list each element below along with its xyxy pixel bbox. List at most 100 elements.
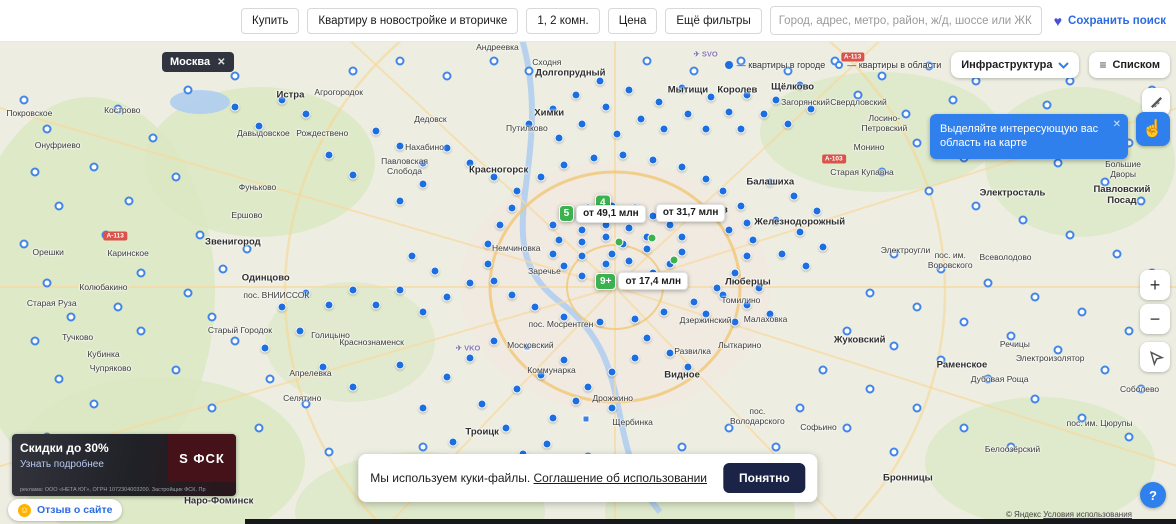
apartment-marker-area[interactable] bbox=[819, 365, 828, 374]
apartment-marker-city[interactable] bbox=[666, 221, 675, 230]
apartment-marker-city[interactable] bbox=[301, 110, 310, 119]
apartment-marker-area[interactable] bbox=[960, 423, 969, 432]
apartment-marker-city[interactable] bbox=[766, 310, 775, 319]
apartment-marker-area[interactable] bbox=[207, 404, 216, 413]
apartment-marker-city[interactable] bbox=[801, 262, 810, 271]
apartment-marker-area[interactable] bbox=[43, 279, 52, 288]
apartment-marker-city[interactable] bbox=[795, 228, 804, 237]
apartment-marker-city[interactable] bbox=[783, 119, 792, 128]
rooms-button[interactable]: 1, 2 комн. bbox=[526, 8, 599, 34]
apartment-marker-city[interactable] bbox=[507, 204, 516, 213]
apartment-marker-city[interactable] bbox=[325, 300, 334, 309]
apartment-marker-city[interactable] bbox=[584, 382, 593, 391]
save-search-button[interactable]: ♥ Сохранить поиск bbox=[1054, 14, 1166, 28]
apartment-marker-city[interactable] bbox=[407, 252, 416, 261]
tooltip-close-icon[interactable]: ✕ bbox=[1113, 118, 1121, 131]
property-type-button[interactable]: Квартиру в новостройке и вторичке bbox=[307, 8, 518, 34]
apartment-marker-area[interactable] bbox=[31, 168, 40, 177]
apartment-marker-city[interactable] bbox=[372, 300, 381, 309]
apartment-marker-city[interactable] bbox=[742, 218, 751, 227]
help-button[interactable]: ? bbox=[1140, 482, 1166, 508]
apartment-marker-city[interactable] bbox=[295, 327, 304, 336]
apartment-marker-city[interactable] bbox=[642, 334, 651, 343]
apartment-marker-area[interactable] bbox=[54, 375, 63, 384]
price-badge[interactable]: от 31,7 млн bbox=[654, 204, 726, 222]
city-chip-remove-icon[interactable]: ✕ bbox=[217, 57, 225, 68]
apartment-marker-city[interactable] bbox=[554, 235, 563, 244]
apartment-marker-city[interactable] bbox=[572, 397, 581, 406]
apartment-marker-area[interactable] bbox=[1077, 307, 1086, 316]
apartment-marker-area[interactable] bbox=[889, 447, 898, 456]
apartment-marker-area[interactable] bbox=[1101, 177, 1110, 186]
apartment-marker-area[interactable] bbox=[137, 269, 146, 278]
apartment-marker-city[interactable] bbox=[589, 153, 598, 162]
apartment-marker-area[interactable] bbox=[195, 230, 204, 239]
apartment-marker-city[interactable] bbox=[666, 348, 675, 357]
apartment-marker-city[interactable] bbox=[736, 124, 745, 133]
apartment-marker-area[interactable] bbox=[889, 250, 898, 259]
apartment-marker-city[interactable] bbox=[625, 86, 634, 95]
apartment-marker-area[interactable] bbox=[43, 124, 52, 133]
apartment-marker-area[interactable] bbox=[207, 312, 216, 321]
apartment-marker-city[interactable] bbox=[748, 235, 757, 244]
apartment-marker-city[interactable] bbox=[278, 303, 287, 312]
apartment-marker-city[interactable] bbox=[631, 315, 640, 324]
apartment-marker-area[interactable] bbox=[489, 57, 498, 66]
apartment-marker-city[interactable] bbox=[513, 187, 522, 196]
apartment-marker-city[interactable] bbox=[601, 259, 610, 268]
ad-banner[interactable]: Скидки до 30% Узнать подробнее реклама: … bbox=[12, 434, 236, 496]
apartment-marker-city[interactable] bbox=[572, 91, 581, 100]
apartment-marker-area[interactable] bbox=[913, 404, 922, 413]
apartment-marker-area[interactable] bbox=[172, 365, 181, 374]
apartment-marker-city[interactable] bbox=[742, 91, 751, 100]
apartment-marker-area[interactable] bbox=[184, 288, 193, 297]
apartment-marker-city[interactable] bbox=[607, 404, 616, 413]
apartment-marker-city[interactable] bbox=[560, 160, 569, 169]
apartment-marker-area[interactable] bbox=[854, 91, 863, 100]
apartment-marker-area[interactable] bbox=[1042, 100, 1051, 109]
apartment-marker-city[interactable] bbox=[595, 76, 604, 85]
apartment-marker-city[interactable] bbox=[484, 259, 493, 268]
apartment-marker-city[interactable] bbox=[701, 124, 710, 133]
terms-link[interactable]: Условия использования bbox=[1043, 510, 1132, 519]
apartment-marker-city[interactable] bbox=[683, 363, 692, 372]
apartment-marker-area[interactable] bbox=[395, 57, 404, 66]
apartment-marker-area[interactable] bbox=[90, 399, 99, 408]
apartment-marker-area[interactable] bbox=[325, 447, 334, 456]
apartment-marker-area[interactable] bbox=[936, 264, 945, 273]
deal-type-button[interactable]: Купить bbox=[241, 8, 299, 34]
apartment-marker-city[interactable] bbox=[448, 438, 457, 447]
apartment-marker-area[interactable] bbox=[1066, 230, 1075, 239]
apartment-marker-area[interactable] bbox=[1124, 327, 1133, 336]
apartment-marker-city[interactable] bbox=[548, 221, 557, 230]
apartment-marker-area[interactable] bbox=[1101, 365, 1110, 374]
apartment-marker-city[interactable] bbox=[742, 300, 751, 309]
apartment-marker-city[interactable] bbox=[548, 413, 557, 422]
apartment-marker-city[interactable] bbox=[525, 119, 534, 128]
apartment-marker-city[interactable] bbox=[419, 404, 428, 413]
apartment-marker-city[interactable] bbox=[578, 271, 587, 280]
apartment-marker-city[interactable] bbox=[278, 95, 287, 104]
apartment-marker-city[interactable] bbox=[548, 250, 557, 259]
apartment-marker-city[interactable] bbox=[766, 177, 775, 186]
apartment-marker-area[interactable] bbox=[184, 86, 193, 95]
apartment-marker-area[interactable] bbox=[878, 168, 887, 177]
apartment-marker-area[interactable] bbox=[1124, 433, 1133, 442]
apartment-marker-city[interactable] bbox=[731, 269, 740, 278]
apartment-marker-city[interactable] bbox=[613, 129, 622, 138]
apartment-marker-area[interactable] bbox=[1113, 250, 1122, 259]
apartment-marker-area[interactable] bbox=[125, 197, 134, 206]
apartment-marker-city[interactable] bbox=[536, 370, 545, 379]
apartment-marker-city[interactable] bbox=[725, 107, 734, 116]
apartment-marker-area[interactable] bbox=[913, 139, 922, 148]
apartment-marker-area[interactable] bbox=[772, 442, 781, 451]
apartment-marker-area[interactable] bbox=[983, 279, 992, 288]
apartment-marker-city[interactable] bbox=[442, 372, 451, 381]
apartment-marker-city[interactable] bbox=[372, 127, 381, 136]
apartment-marker-new[interactable] bbox=[647, 234, 656, 243]
price-badge[interactable]: 5от 49,1 млн bbox=[559, 205, 646, 223]
apartment-marker-area[interactable] bbox=[231, 336, 240, 345]
apartment-marker-area[interactable] bbox=[113, 105, 122, 114]
apartment-marker-city[interactable] bbox=[719, 291, 728, 300]
apartment-marker-area[interactable] bbox=[1054, 158, 1063, 167]
